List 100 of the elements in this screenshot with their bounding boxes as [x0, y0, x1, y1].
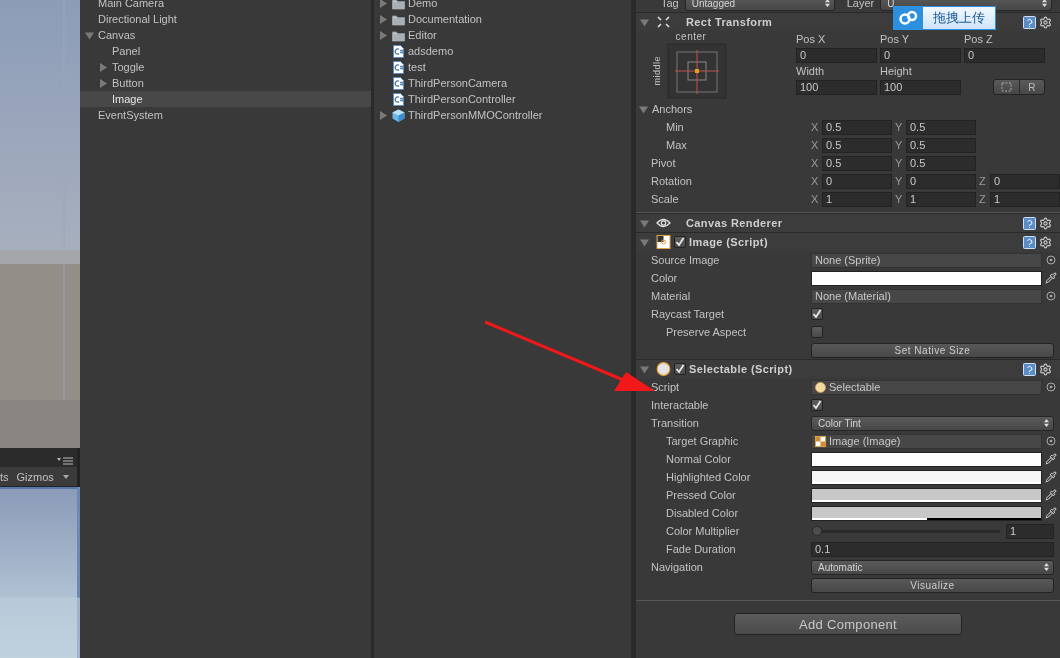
- property-label: Max: [665, 139, 687, 151]
- number-field[interactable]: 0.5: [822, 155, 892, 171]
- object-picker-icon[interactable]: [1046, 255, 1056, 265]
- dashed-square-icon: [1000, 82, 1012, 92]
- number-field[interactable]: 0.5: [906, 137, 976, 153]
- project-item[interactable]: ThirdPersonMMOController: [374, 107, 631, 123]
- project-item[interactable]: adsdemo: [374, 43, 631, 59]
- hierarchy-item[interactable]: Canvas: [80, 27, 371, 43]
- slider-thumb[interactable]: [812, 525, 822, 536]
- checkbox[interactable]: [811, 308, 823, 320]
- action-button[interactable]: Visualize: [811, 577, 1054, 593]
- object-picker-icon[interactable]: [1046, 436, 1056, 446]
- settings-icon[interactable]: [1039, 216, 1052, 230]
- settings-icon[interactable]: [1039, 235, 1052, 249]
- number-field[interactable]: 0.1: [811, 541, 1054, 557]
- checkbox[interactable]: [811, 399, 823, 411]
- object-picker-icon[interactable]: [1046, 382, 1056, 392]
- eyedropper-icon[interactable]: [1045, 272, 1057, 284]
- component-title: Selectable (Script): [689, 363, 793, 375]
- caret-icon[interactable]: [61, 473, 70, 480]
- hierarchy-item[interactable]: EventSystem: [80, 107, 371, 123]
- project-item[interactable]: ThirdPersonController: [374, 91, 631, 107]
- number-field[interactable]: 0: [796, 47, 877, 63]
- disclosure-triangle-icon[interactable]: [640, 218, 649, 228]
- checkbox[interactable]: [811, 326, 823, 338]
- object-field[interactable]: None (Sprite): [811, 252, 1042, 268]
- component-header[interactable]: Image (Script): [636, 232, 1060, 251]
- object-field[interactable]: Image (Image): [811, 433, 1042, 449]
- disclosure-triangle-icon[interactable]: [99, 78, 108, 88]
- eyedropper-icon[interactable]: [1045, 471, 1057, 483]
- anchor-label: center: [675, 31, 707, 42]
- number-field[interactable]: 1: [822, 191, 892, 207]
- hierarchy-item[interactable]: Directional Light: [80, 11, 371, 27]
- property-label: Transition: [651, 417, 699, 429]
- script-icon: [392, 44, 405, 58]
- number-field[interactable]: 0.5: [906, 119, 976, 135]
- disclosure-triangle-icon[interactable]: [640, 364, 649, 374]
- disclosure-triangle-icon[interactable]: [99, 62, 108, 72]
- add-component-button[interactable]: Add Component: [734, 613, 962, 635]
- upload-tooltip[interactable]: 拖拽上传: [893, 6, 996, 30]
- number-field[interactable]: 0: [906, 173, 976, 189]
- dropdown[interactable]: Color Tint: [811, 415, 1054, 431]
- number-field[interactable]: 0.5: [906, 155, 976, 171]
- hierarchy-item[interactable]: Toggle: [80, 59, 371, 75]
- project-item[interactable]: Documentation: [374, 11, 631, 27]
- project-item[interactable]: Demo: [374, 0, 631, 11]
- component-header[interactable]: Canvas Renderer: [636, 213, 1060, 232]
- object-picker-icon[interactable]: [1046, 291, 1056, 301]
- eyedropper-icon[interactable]: [1045, 453, 1057, 465]
- object-field[interactable]: Selectable: [811, 379, 1042, 395]
- help-icon[interactable]: [1023, 362, 1036, 376]
- object-field[interactable]: None (Material): [811, 288, 1042, 304]
- disclosure-triangle-icon[interactable]: [640, 17, 649, 27]
- dropdown[interactable]: Automatic: [811, 559, 1054, 575]
- image-icon: [656, 235, 671, 249]
- number-field[interactable]: 1: [990, 191, 1060, 207]
- tag-dropdown[interactable]: Untagged: [684, 0, 835, 11]
- component-header[interactable]: Selectable (Script): [636, 359, 1060, 378]
- hierarchy-item[interactable]: Panel: [80, 43, 371, 59]
- project-item[interactable]: test: [374, 59, 631, 75]
- hierarchy-item[interactable]: Image: [80, 91, 371, 107]
- number-field[interactable]: 1: [1006, 523, 1054, 539]
- property-label: Preserve Aspect: [665, 326, 747, 338]
- hierarchy-item[interactable]: Button: [80, 75, 371, 91]
- disclosure-triangle-icon[interactable]: [639, 104, 648, 114]
- tag-label: Tag: [661, 0, 679, 9]
- action-button[interactable]: Set Native Size: [811, 342, 1054, 358]
- component-title: Rect Transform: [685, 16, 773, 28]
- help-icon[interactable]: [1023, 235, 1036, 249]
- toolbar-button[interactable]: Gizmos: [16, 470, 54, 483]
- help-icon[interactable]: [1023, 216, 1036, 230]
- number-field[interactable]: 0: [880, 47, 961, 63]
- settings-icon[interactable]: [1039, 362, 1052, 376]
- help-icon[interactable]: [1023, 15, 1036, 29]
- disclosure-triangle-icon[interactable]: [85, 30, 94, 40]
- eyedropper-icon[interactable]: [1045, 507, 1057, 519]
- hierarchy-item[interactable]: Main Camera: [80, 0, 371, 11]
- disclosure-triangle-icon[interactable]: [379, 14, 388, 24]
- number-field[interactable]: 0: [990, 173, 1060, 189]
- disclosure-triangle-icon[interactable]: [640, 237, 649, 247]
- number-field[interactable]: 0.5: [822, 119, 892, 135]
- eyedropper-icon[interactable]: [1045, 489, 1057, 501]
- settings-icon[interactable]: [1039, 15, 1052, 29]
- number-field[interactable]: 0: [822, 173, 892, 189]
- enable-checkbox[interactable]: [674, 363, 686, 375]
- number-field[interactable]: 1: [906, 191, 976, 207]
- number-field[interactable]: 100: [880, 79, 961, 95]
- number-field[interactable]: 100: [796, 79, 877, 95]
- cloud-icon: [894, 7, 923, 29]
- menu-icon[interactable]: [57, 457, 73, 465]
- toolbar-button[interactable]: ts: [0, 470, 9, 483]
- number-field[interactable]: 0: [964, 47, 1045, 63]
- disclosure-triangle-icon[interactable]: [379, 30, 388, 40]
- enable-checkbox[interactable]: [674, 236, 686, 248]
- number-field[interactable]: 0.5: [822, 137, 892, 153]
- anchor-label: middle: [652, 56, 662, 86]
- project-item[interactable]: Editor: [374, 27, 631, 43]
- disclosure-triangle-icon[interactable]: [379, 0, 388, 8]
- project-item[interactable]: ThirdPersonCamera: [374, 75, 631, 91]
- disclosure-triangle-icon[interactable]: [379, 110, 388, 120]
